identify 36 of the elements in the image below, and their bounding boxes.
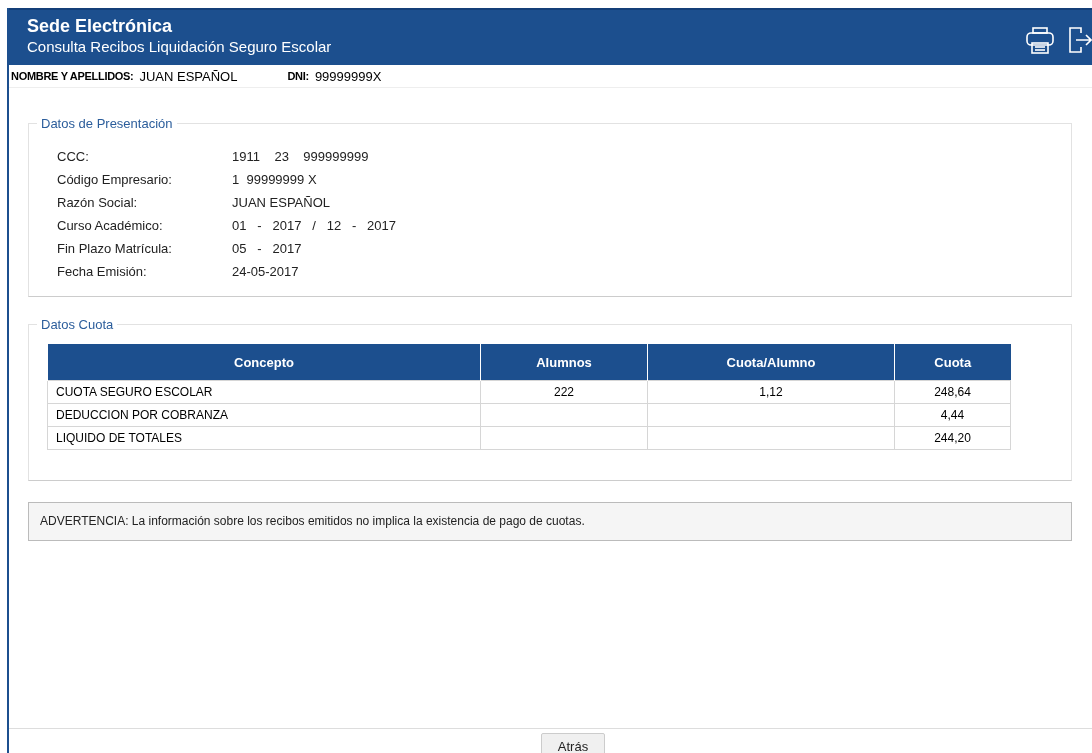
field-value: 01 - 2017 / 12 - 2017	[232, 218, 398, 233]
field-label: Código Empresario:	[57, 172, 173, 187]
field-value: 99999999X	[314, 68, 382, 84]
field-label: Razón Social:	[57, 195, 139, 210]
column-header: Alumnos	[480, 344, 648, 381]
table-cell: 244,20	[894, 426, 1011, 450]
warning-text: ADVERTENCIA: La información sobre los recibos emitidos no implica la existencia de pago de cuotas.	[40, 514, 585, 528]
field-value: 24-05-2017	[232, 264, 300, 279]
column-header: Cuota	[894, 344, 1011, 381]
table-cell: 222	[480, 380, 648, 404]
table-cell: 248,64	[894, 380, 1011, 404]
field-value: 1911 23 999999999	[232, 149, 370, 164]
section-legend: Datos Cuota	[37, 317, 118, 332]
table-cell: CUOTA SEGURO ESCOLAR	[47, 380, 481, 404]
table-cell: LIQUIDO DE TOTALES	[47, 426, 481, 450]
print-icon[interactable]	[1026, 26, 1054, 54]
page-subtitle: Consulta Recibos Liquidación Seguro Escolar	[27, 38, 332, 55]
field-label: Curso Académico:	[57, 218, 164, 233]
back-button[interactable]: Atrás	[540, 733, 606, 753]
field-label: Fecha Emisión:	[57, 264, 148, 279]
table-cell: DEDUCCION POR COBRANZA	[47, 403, 481, 427]
field-label: CCC:	[57, 149, 90, 164]
site-title: Sede Electrónica	[27, 16, 174, 37]
field-label: NOMBRE Y APELLIDOS:	[11, 70, 134, 82]
table-cell: 4,44	[894, 403, 1011, 427]
field-value: 05 - 2017	[232, 241, 303, 256]
field-label: Fin Plazo Matrícula:	[57, 241, 173, 256]
logout-icon[interactable]	[1068, 26, 1092, 54]
field-label: DNI:	[287, 70, 309, 82]
field-value: JUAN ESPAÑOL	[139, 68, 238, 84]
column-header: Cuota/Alumno	[647, 344, 895, 381]
field-value: 1 99999999 X	[232, 172, 318, 187]
field-value: JUAN ESPAÑOL	[232, 195, 331, 210]
section-legend: Datos de Presentación	[37, 116, 177, 131]
table-cell: 1,12	[647, 380, 895, 404]
column-header: Concepto	[47, 344, 481, 381]
